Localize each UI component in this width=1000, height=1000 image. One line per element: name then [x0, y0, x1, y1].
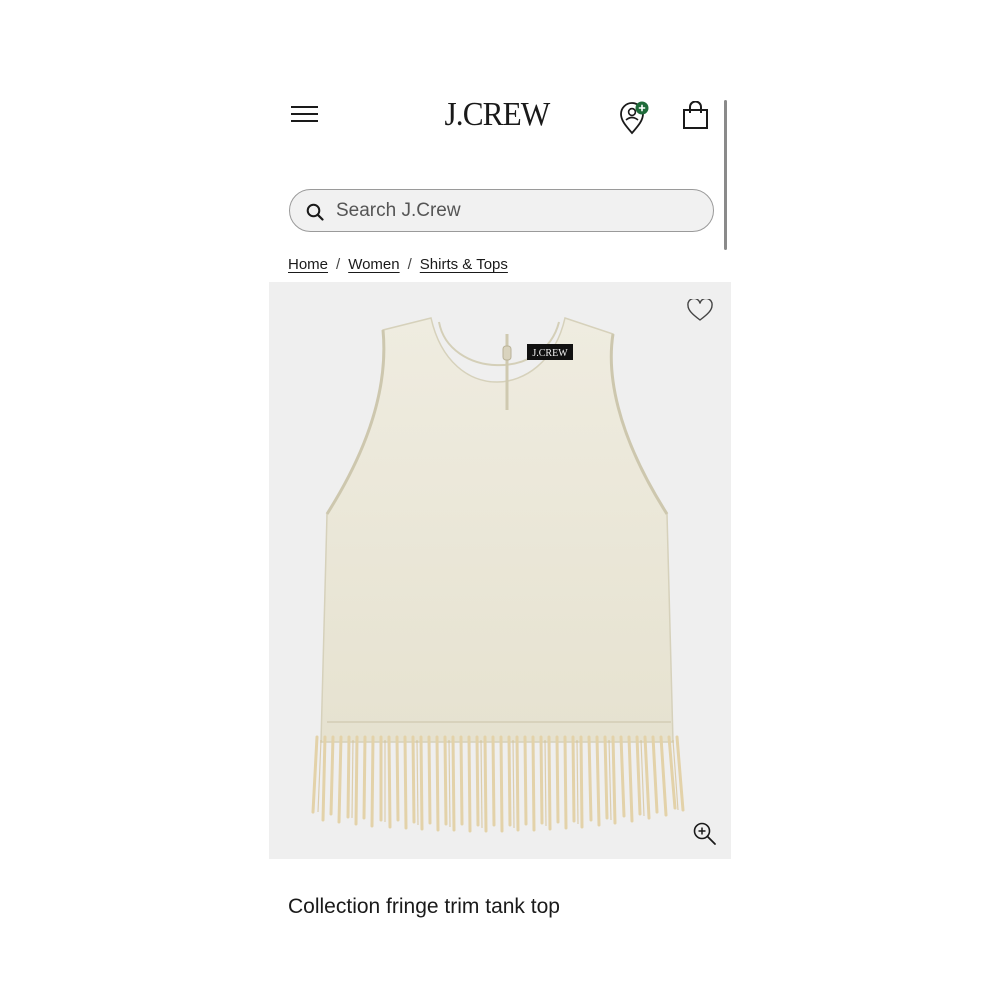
product-title: Collection fringe trim tank top — [288, 895, 560, 918]
zoom-in-icon[interactable] — [692, 821, 718, 847]
breadcrumb-separator: / — [336, 256, 341, 273]
search-input[interactable] — [336, 194, 696, 227]
brand-logo[interactable]: J.CREW — [429, 96, 564, 134]
breadcrumb-separator: / — [407, 256, 412, 273]
breadcrumb-shirts-tops[interactable]: Shirts & Tops — [420, 256, 508, 273]
logo-text: J.CREW — [444, 96, 550, 133]
scrollbar[interactable] — [724, 100, 727, 250]
breadcrumb-home[interactable]: Home — [288, 256, 328, 273]
hamburger-menu-icon[interactable] — [291, 104, 319, 124]
search-icon — [306, 203, 324, 221]
product-page: J.CREW Home / Women / Shirts & Tops — [269, 0, 731, 1000]
search-bar[interactable] — [289, 189, 714, 232]
location-pin-plus-icon[interactable] — [619, 100, 653, 136]
breadcrumb: Home / Women / Shirts & Tops — [288, 256, 508, 273]
garment-label-text: J.CREW — [532, 348, 568, 359]
wishlist-heart-icon[interactable] — [687, 299, 713, 323]
shopping-bag-icon[interactable] — [682, 100, 710, 131]
breadcrumb-women[interactable]: Women — [348, 256, 399, 273]
tank-top-image: J.CREW — [311, 317, 685, 833]
product-image[interactable]: J.CREW — [269, 282, 731, 859]
